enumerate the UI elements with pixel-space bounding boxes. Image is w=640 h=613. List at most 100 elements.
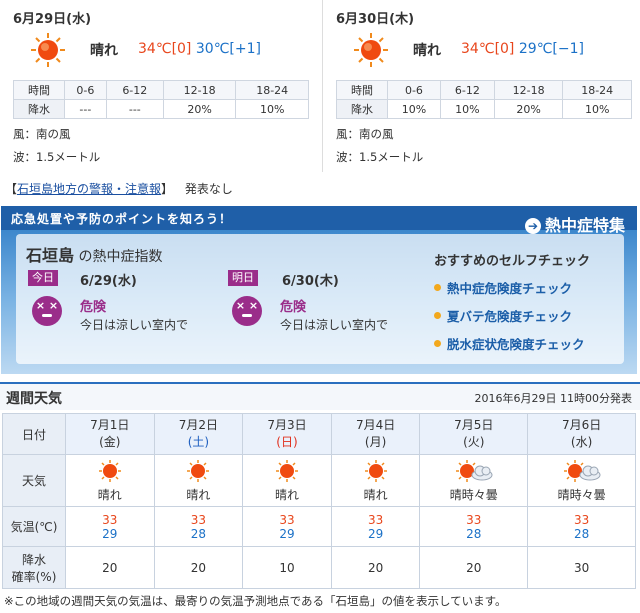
row-header-date: 日付 xyxy=(2,413,66,455)
precip-header: 0-6 xyxy=(64,80,107,100)
precip-cell: 10% xyxy=(562,99,632,119)
high-temp: 34 xyxy=(461,41,479,57)
high-temp-diff: [0] xyxy=(494,41,515,57)
precip-label-line1: 降水 xyxy=(21,552,46,567)
low-temp-diff: [+1] xyxy=(229,41,261,57)
feature-link-label: 熱中症特集 xyxy=(544,216,625,235)
footnote: ※この地域の週間天気の気温は、最寄りの気温予測地点である「石垣島」の値を表示して… xyxy=(4,594,507,608)
row-header-temp: 気温(℃) xyxy=(2,506,66,547)
check-link-heatstroke[interactable]: 熱中症危険度チェック xyxy=(434,278,572,297)
weather-cell: 晴れ xyxy=(65,454,155,507)
forecast-date: 6月29日(水) xyxy=(13,12,92,27)
precip-cell: 20 xyxy=(330,546,421,589)
precip-cell: 20 xyxy=(65,546,155,589)
selfcheck-title: おすすめのセルフチェック xyxy=(434,254,591,269)
low-temp: 29 xyxy=(367,526,384,541)
temp-cell: 33 28 xyxy=(419,506,529,547)
date-cell: 7月1日 (金) xyxy=(65,413,155,455)
precip-header: 18-24 xyxy=(235,80,309,100)
heatstroke-feature-link[interactable]: ➔ 熱中症特集 xyxy=(524,212,625,236)
weather-label: 晴時々曇 xyxy=(449,487,498,502)
today-tag: 今日 xyxy=(28,270,58,286)
today-date: 6/29(水) xyxy=(80,274,137,289)
forecast-day-2: 6月30日(木) 晴れ 34℃[0] 29℃[−1] 時間 0-6 6-12 12-1… xyxy=(323,0,640,172)
date-label: 7月4日 xyxy=(355,418,396,432)
tomorrow-tag: 明日 xyxy=(228,270,258,286)
warning-line: 【石垣島地方の警報・注意報】 発表なし xyxy=(5,180,233,197)
low-temp-diff: [−1] xyxy=(552,41,584,57)
low-temp: 29 xyxy=(102,526,118,541)
weekly-title: 週間天気 xyxy=(6,391,62,407)
check-label: 夏バテ危険度チェック xyxy=(447,309,573,324)
weekday-label: (月) xyxy=(364,435,387,449)
precip-header: 0-6 xyxy=(387,80,441,100)
weekday-label: (水) xyxy=(570,435,593,449)
check-label: 熱中症危険度チェック xyxy=(447,281,573,296)
date-label: 7月3日 xyxy=(267,418,307,432)
heat-index-heading: 石垣島 の熱中症指数 xyxy=(26,242,162,266)
date-label: 7月2日 xyxy=(178,418,219,432)
date-cell: 7月5日 (火) xyxy=(419,413,529,455)
weekly-table: 日付 7月1日 (金) 7月2日 (土) 7月3日 (日) 7月4日 (月) 7月5日 (… xyxy=(2,413,636,589)
temp-cell: 33 28 xyxy=(153,506,244,547)
high-temp-diff: [0] xyxy=(171,41,192,57)
warnings-link[interactable]: 石垣島地方の警報・注意報 xyxy=(17,182,161,196)
weekday-label: (日) xyxy=(276,435,298,449)
date-cell: 7月4日 (月) xyxy=(330,413,421,455)
wave-info: 波：1.5メートル xyxy=(336,150,424,164)
heatstroke-banner[interactable]: 応急処置や予防のポイントを知ろう！ ➔ 熱中症特集 石垣島 の熱中症指数 今日 6… xyxy=(1,206,637,374)
banner-title: 応急処置や予防のポイントを知ろう！ xyxy=(11,212,233,226)
low-temp: 28 xyxy=(573,526,590,541)
sun-icon xyxy=(275,459,298,482)
high-temp: 33 xyxy=(279,512,295,527)
weekday-label: (土) xyxy=(187,435,210,449)
check-link-summer-fatigue[interactable]: 夏バテ危険度チェック xyxy=(434,306,572,325)
weather-label: 晴れ xyxy=(97,487,122,502)
high-temp: 33 xyxy=(466,512,482,527)
wind-info: 風：南の風 xyxy=(336,127,394,141)
tomorrow-advice: 今日は涼しい室内で xyxy=(280,318,389,332)
bullet-icon xyxy=(434,312,441,319)
precip-header: 6-12 xyxy=(439,80,495,100)
weather-label: 晴時々曇 xyxy=(557,487,606,502)
low-temp-unit: ℃ xyxy=(213,41,230,57)
forecast-date: 6月30日(木) xyxy=(336,12,415,27)
danger-face-icon xyxy=(32,296,62,326)
temperature-readout: 34℃[0] 29℃[−1] xyxy=(461,41,584,57)
today-advice: 今日は涼しい室内で xyxy=(80,318,189,332)
heat-index-panel: 石垣島 の熱中症指数 今日 6/29(水) 危険 今日は涼しい室内で 明日 6/… xyxy=(16,234,624,364)
weather-label: 晴れ xyxy=(363,487,388,502)
temp-cell: 33 28 xyxy=(527,506,636,547)
check-label: 脱水症状危険度チェック xyxy=(447,337,585,352)
precip-cell: 20% xyxy=(162,99,237,119)
warning-status: 発表なし xyxy=(184,182,233,196)
weekly-header: 週間天気 2016年6月29日 11時00分発表 xyxy=(0,382,640,410)
weather-cell: 晴時々曇 xyxy=(419,454,529,507)
precip-header: 12-18 xyxy=(162,80,237,100)
date-cell: 7月3日 (日) xyxy=(242,413,332,455)
sun-icon xyxy=(354,33,388,67)
check-link-dehydration[interactable]: 脱水症状危険度チェック xyxy=(434,334,585,353)
temp-cell: 33 29 xyxy=(65,506,155,547)
sun-icon xyxy=(364,459,387,482)
precip-cell: 10 xyxy=(242,546,332,589)
precip-header: 18-24 xyxy=(562,80,632,100)
date-cell: 7月6日 (水) xyxy=(527,413,636,455)
bullet-icon xyxy=(434,284,441,291)
precip-label-line2: 確率(%) xyxy=(11,569,57,584)
low-temp: 28 xyxy=(466,526,482,541)
arrow-right-icon: ➔ xyxy=(524,218,541,234)
sun-cloud-icon xyxy=(563,459,601,482)
high-temp: 34 xyxy=(138,41,156,57)
weather-label: 晴れ xyxy=(413,43,441,59)
low-temp: 30 xyxy=(195,41,214,57)
precip-cell: --- xyxy=(105,99,164,119)
precip-cell: 10% xyxy=(235,99,309,119)
weekday-label: (金) xyxy=(99,435,121,449)
temp-cell: 33 29 xyxy=(330,506,421,547)
low-temp-unit: ℃ xyxy=(536,41,553,57)
precip-cell: 20% xyxy=(493,99,564,119)
precip-table: 時間 0-6 6-12 12-18 18-24 降水 10% 10% 20% 10% xyxy=(336,80,632,119)
precip-cell: 20 xyxy=(153,546,244,589)
sun-icon xyxy=(187,459,210,482)
